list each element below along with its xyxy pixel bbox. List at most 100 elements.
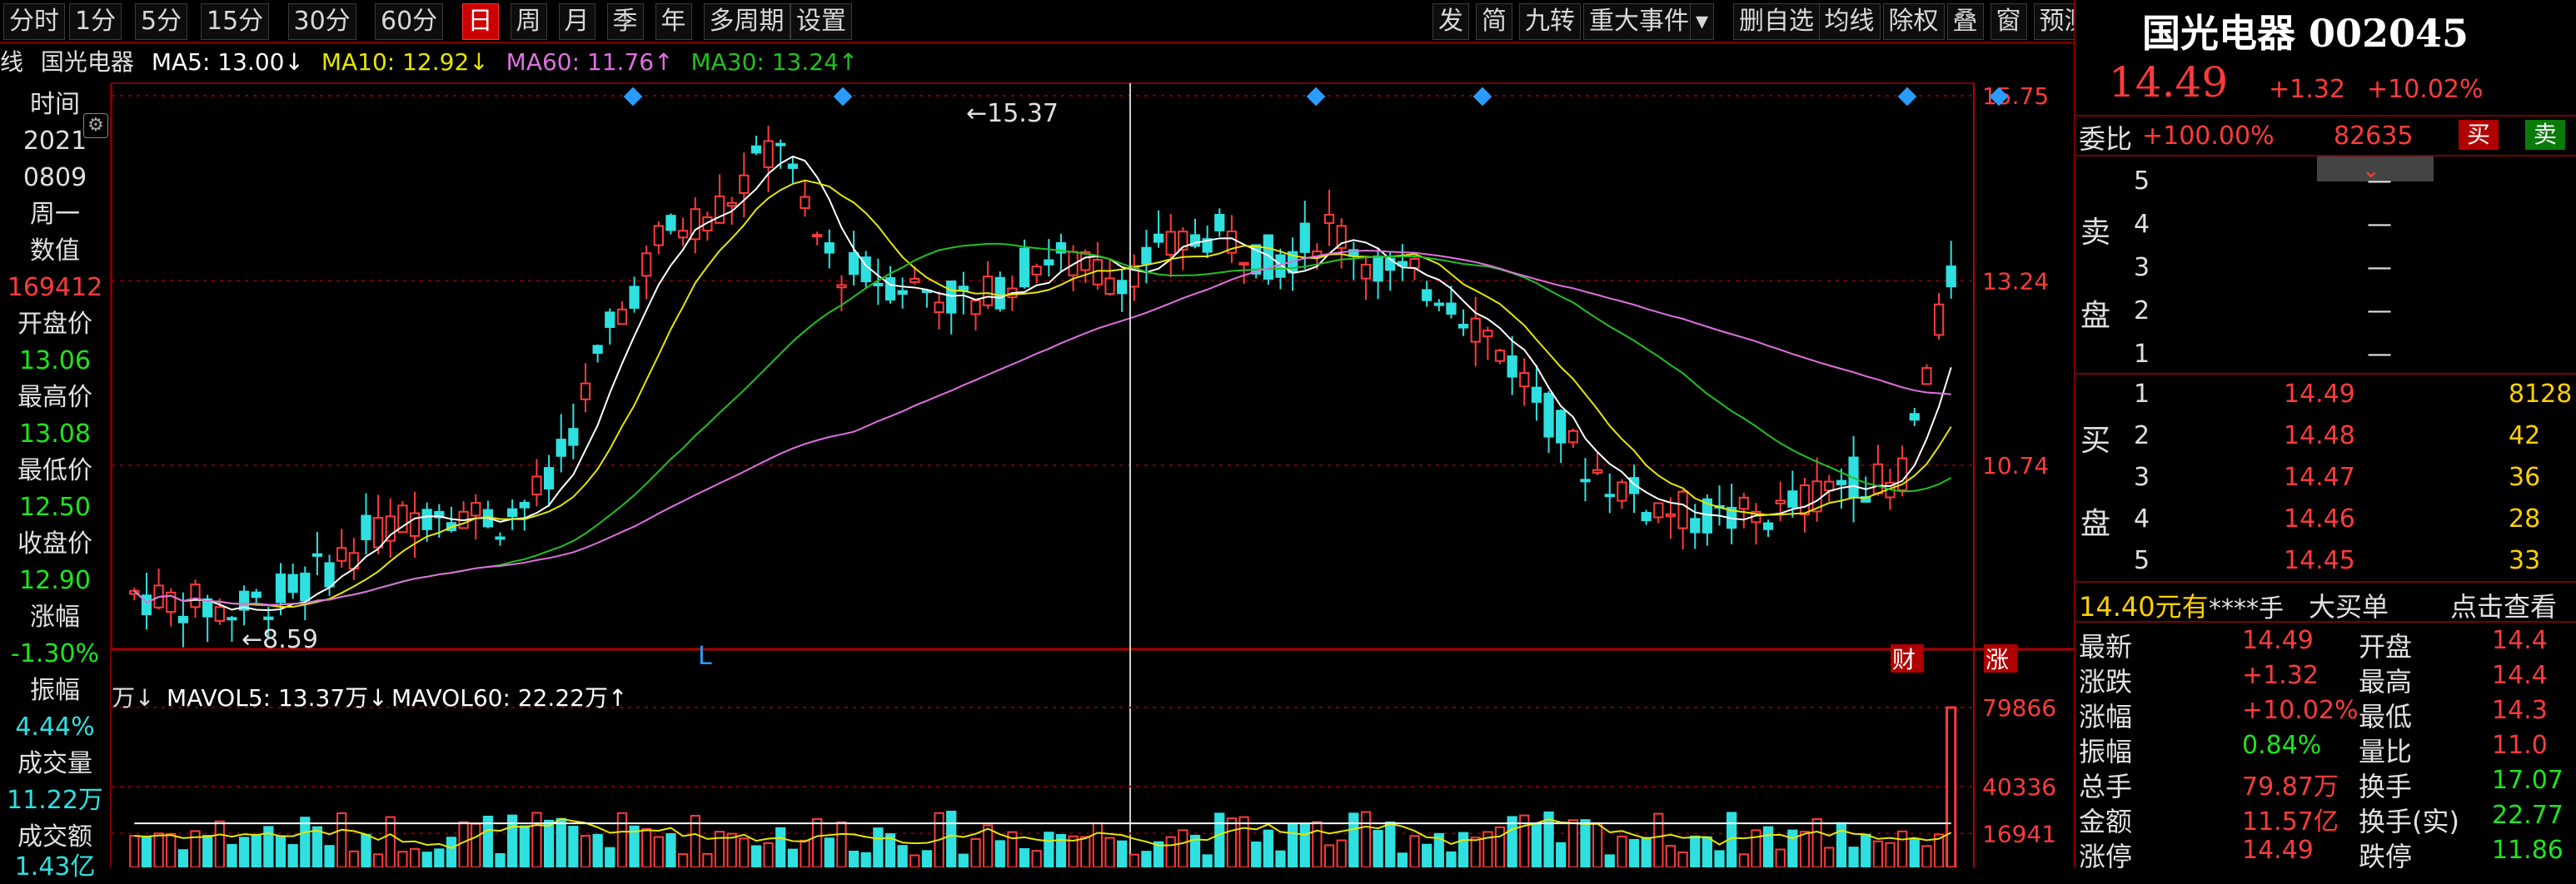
candle-body-126	[1665, 513, 1677, 518]
period-tab-8[interactable]: 月	[558, 3, 595, 40]
ask-price-1[interactable]: —	[2367, 210, 2392, 239]
volume-bar-30	[495, 853, 506, 867]
candle-body-31	[507, 508, 518, 518]
tool-button-9[interactable]: 窗	[1990, 3, 2027, 40]
high-label: 最高价	[17, 383, 92, 412]
candle-body-81	[1117, 280, 1128, 295]
period-tab-11[interactable]: 多周期	[703, 3, 790, 40]
big-order-price: 14.40元有	[2079, 591, 2209, 623]
open-value: 13.06	[19, 346, 91, 375]
volume-bar-47	[702, 852, 713, 867]
volume-bar-12	[275, 835, 286, 867]
kline-chart[interactable]: 15.7513.2410.74←15.37←8.59L 财涨万↓ MAVOL5: 1…	[0, 0, 2074, 867]
bid-price-2[interactable]: 14.47	[2284, 463, 2355, 492]
tool-button-1[interactable]: 简	[1476, 3, 1512, 40]
tool-button-8[interactable]: 叠	[1946, 3, 1984, 40]
period-tab-2[interactable]: 5分	[135, 3, 188, 40]
period-tab-6[interactable]: 日	[461, 3, 499, 40]
period-tab-9[interactable]: 季	[606, 3, 644, 40]
period-tab-0[interactable]: 分时	[3, 3, 65, 40]
ask-level-3: 2	[2134, 296, 2150, 325]
low-label: 最低价	[17, 456, 92, 485]
candle-body-34	[543, 467, 555, 490]
volume-bar-67	[946, 810, 957, 867]
volume-bar-52	[763, 842, 774, 867]
volume-bar-142	[1861, 833, 1871, 867]
volume-bar-110	[1470, 837, 1481, 867]
volume-bar-18	[348, 850, 359, 867]
volume-bar-82	[1129, 853, 1139, 867]
volume-bar-88	[1202, 854, 1213, 867]
tool-button-7[interactable]: 除权	[1882, 3, 1945, 40]
volume-bar-42	[641, 827, 652, 867]
volume-value: 11.22万	[7, 786, 103, 815]
buy-button[interactable]: 买	[2459, 120, 2499, 150]
tool-button-0[interactable]: 发	[1432, 3, 1469, 40]
candle-body-85	[1165, 231, 1176, 256]
candle-body-39	[605, 311, 615, 328]
candle-body-44	[665, 215, 676, 231]
volume-bar-35	[556, 817, 566, 867]
bid-price-1[interactable]: 14.48	[2284, 421, 2355, 450]
period-tab-12[interactable]: 设置	[790, 3, 852, 40]
tool-button-3[interactable]: 重大事件	[1583, 3, 1695, 40]
mavol60-label: MAVOL60: 22.22万↑	[391, 684, 627, 712]
candle-body-147	[1921, 367, 1932, 385]
volume-bar-95	[1287, 823, 1298, 867]
ask-price-0[interactable]: —	[2367, 166, 2392, 196]
amplitude-value: 4.44%	[15, 713, 95, 742]
candle-body-51	[750, 145, 762, 154]
big-order-link[interactable]: 点击查看	[2450, 586, 2557, 624]
ask-price-2[interactable]: —	[2367, 253, 2392, 282]
ask-level-0: 5	[2134, 166, 2150, 196]
period-tab-4[interactable]: 30分	[287, 3, 356, 40]
tool-button-6[interactable]: 均线	[1818, 3, 1881, 40]
last-price: 14.49	[2109, 58, 2229, 107]
sell-button[interactable]: 卖	[2525, 120, 2566, 150]
volume-bar-96	[1299, 823, 1310, 867]
volume-bar-68	[958, 853, 969, 867]
period-tab-1[interactable]: 1分	[69, 3, 122, 40]
ask-price-4[interactable]: —	[2367, 340, 2392, 369]
bid-price-4[interactable]: 14.45	[2284, 546, 2355, 575]
amount-label: 成交额	[17, 822, 92, 852]
volume-bar-86	[1178, 829, 1188, 867]
bid-price-3[interactable]: 14.46	[2284, 504, 2355, 534]
tool-button-2[interactable]: 九转	[1519, 3, 1581, 40]
bid-level-4: 5	[2134, 546, 2150, 575]
ask-price-3[interactable]: —	[2367, 296, 2392, 325]
volume-bar-21	[385, 816, 396, 867]
volume-bar-4	[177, 849, 189, 867]
ask-side-label: 卖	[2080, 216, 2111, 250]
candle-body-122	[1617, 481, 1627, 502]
tool-button-4[interactable]: ▾	[1690, 3, 1715, 40]
candle-body-32	[519, 502, 530, 509]
period-tab-10[interactable]: 年	[655, 3, 692, 40]
ask-level-2: 3	[2134, 253, 2150, 282]
candle-body-110	[1470, 317, 1481, 343]
candle-body-45	[677, 230, 689, 239]
volume-bar-118	[1567, 819, 1578, 867]
quote-value2-2: 14.3	[2492, 696, 2548, 725]
period-tab-3[interactable]: 15分	[201, 3, 270, 40]
candle-body-33	[531, 475, 542, 496]
ask-side-label-2: 盘	[2080, 299, 2111, 333]
period-tab-5[interactable]: 60分	[375, 3, 444, 40]
big-order-qty: ****手	[2209, 594, 2284, 623]
candle-body-62	[884, 277, 896, 300]
candle-body-64	[909, 277, 920, 283]
candle-body-146	[1909, 413, 1920, 421]
quote-label-5: 金额	[2079, 806, 2133, 837]
vol-axis-label-1: 40336	[1982, 773, 2056, 801]
ma5-line	[133, 155, 1952, 612]
candle-body-16	[324, 562, 335, 588]
period-tab-7[interactable]: 周	[510, 3, 547, 40]
candle-body-1	[141, 594, 152, 616]
ma-legend-prefix: 线	[0, 48, 24, 76]
candle-body-112	[1494, 350, 1506, 362]
bid-level-1: 2	[2134, 421, 2150, 450]
volume-bar-23	[409, 847, 421, 867]
volume-bar-134	[1762, 826, 1774, 867]
tool-button-5[interactable]: 删自选	[1733, 3, 1820, 40]
bid-price-0[interactable]: 14.49	[2284, 380, 2355, 409]
